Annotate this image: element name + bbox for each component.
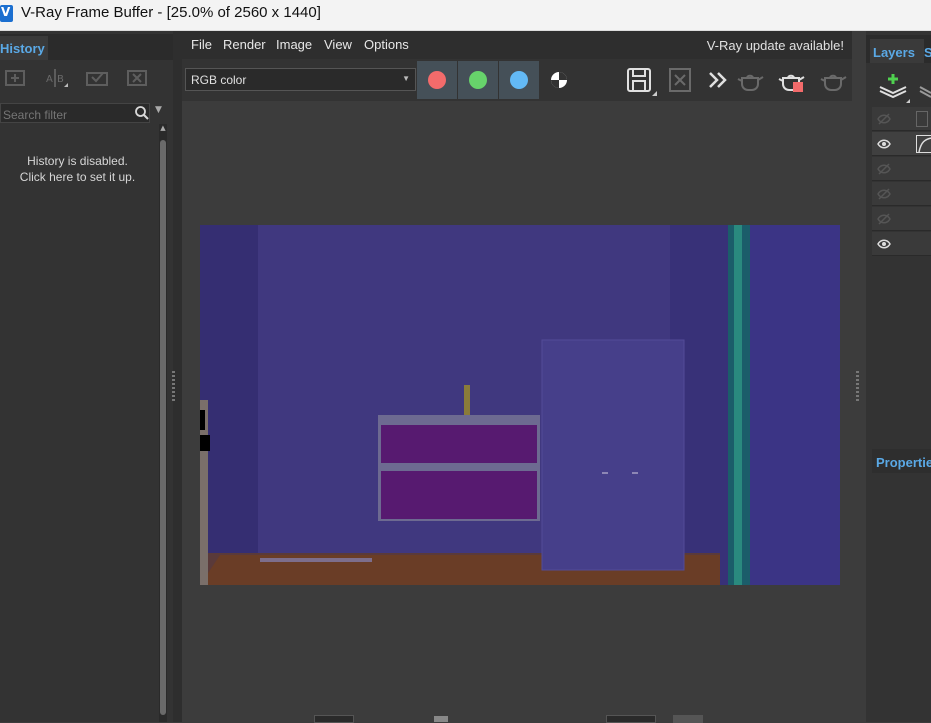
delete-history-icon[interactable] — [124, 65, 152, 91]
right-splitter[interactable] — [852, 31, 866, 722]
red-channel-button[interactable] — [417, 61, 457, 99]
blue-dot-icon — [510, 71, 528, 89]
render-toolbar: RGB color ▼ — [182, 59, 858, 101]
hidden-eye-icon[interactable] — [876, 187, 892, 201]
layer-row[interactable] — [872, 132, 931, 156]
channel-select[interactable]: RGB color ▼ — [185, 68, 416, 91]
interactive-render-teapot-icon[interactable] — [734, 64, 768, 96]
save-history-icon[interactable] — [2, 65, 30, 91]
menu-view[interactable]: View — [324, 37, 352, 52]
green-channel-button[interactable] — [458, 61, 498, 99]
green-dot-icon — [469, 71, 487, 89]
history-tabbar: History — [0, 34, 173, 60]
layer-row[interactable] — [872, 232, 931, 256]
left-splitter[interactable] — [172, 31, 182, 722]
history-toolbar: AB — [0, 65, 173, 95]
splitter-grip-icon[interactable] — [172, 371, 175, 401]
layer-row[interactable] — [872, 157, 931, 181]
eye-icon[interactable] — [876, 237, 892, 251]
curve-layer-icon — [916, 135, 931, 153]
history-message-line2: Click here to set it up. — [19, 170, 136, 184]
blue-channel-button[interactable] — [499, 61, 539, 99]
layer-options-icon[interactable] — [916, 71, 931, 103]
history-search-field[interactable] — [0, 103, 150, 124]
mono-channel-icon[interactable] — [542, 64, 576, 96]
save-image-icon[interactable] — [623, 64, 657, 96]
channel-select-value: RGB color — [191, 73, 247, 87]
title-bar: V-Ray Frame Buffer - [25.0% of 2560 x 14… — [0, 0, 931, 31]
properties-header[interactable]: Properties — [872, 449, 931, 473]
search-options-dropdown-icon[interactable]: ▼ — [155, 105, 162, 115]
menu-render[interactable]: Render — [223, 37, 266, 52]
tab-layers[interactable]: Layers — [870, 39, 924, 63]
history-message-line1: History is disabled. — [27, 154, 128, 168]
vray-logo-icon — [0, 5, 13, 22]
splitter-grip-icon[interactable] — [856, 371, 859, 401]
timeline-slider-handle[interactable] — [434, 716, 448, 722]
double-chevron-right-icon[interactable] — [700, 64, 734, 96]
clear-image-icon[interactable] — [664, 64, 698, 96]
history-disabled-message[interactable]: History is disabled. Click here to set i… — [0, 153, 155, 185]
render-teapot-icon[interactable] — [817, 64, 851, 96]
chevron-down-icon: ▼ — [402, 74, 410, 83]
svg-text:A: A — [46, 74, 53, 85]
layer-row[interactable] — [872, 207, 931, 231]
layer-row[interactable] — [872, 107, 931, 131]
scroll-up-icon[interactable]: ▲ — [159, 124, 167, 136]
ab-compare-icon[interactable]: AB — [42, 65, 70, 91]
tab-history[interactable]: History — [0, 36, 48, 60]
menu-image[interactable]: Image — [276, 37, 312, 52]
history-scrollbar[interactable]: ▲ — [159, 124, 167, 722]
scrollbar-thumb[interactable] — [160, 140, 166, 715]
search-input[interactable] — [1, 106, 131, 124]
render-preview-image[interactable] — [200, 225, 840, 585]
svg-text:B: B — [57, 74, 64, 85]
history-panel: History AB ▼ History is disabled. Click … — [0, 31, 173, 722]
menu-file[interactable]: File — [191, 37, 212, 52]
stop-render-teapot-icon[interactable] — [775, 64, 809, 96]
layers-panel: Layers S Properties — [866, 31, 931, 722]
load-history-icon[interactable] — [83, 65, 111, 91]
layer-info-icon — [916, 111, 928, 127]
update-available-link[interactable]: V-Ray update available! — [707, 38, 844, 53]
frame-buffer-main: File Render Image View Options V-Ray upd… — [182, 31, 858, 723]
hidden-eye-icon[interactable] — [876, 112, 892, 126]
status-strip — [182, 711, 858, 723]
tab-stats[interactable]: S — [924, 45, 931, 60]
hidden-eye-icon[interactable] — [876, 162, 892, 176]
add-layer-icon[interactable] — [876, 71, 910, 103]
layer-row[interactable] — [872, 182, 931, 206]
red-dot-icon — [428, 71, 446, 89]
eye-icon[interactable] — [876, 137, 892, 151]
layers-tabbar: Layers S — [866, 35, 931, 63]
hidden-eye-icon[interactable] — [876, 212, 892, 226]
window-title: V-Ray Frame Buffer - [25.0% of 2560 x 14… — [21, 4, 321, 21]
menu-bar: File Render Image View Options V-Ray upd… — [182, 31, 858, 59]
menu-options[interactable]: Options — [364, 37, 409, 52]
search-icon[interactable] — [134, 105, 150, 121]
